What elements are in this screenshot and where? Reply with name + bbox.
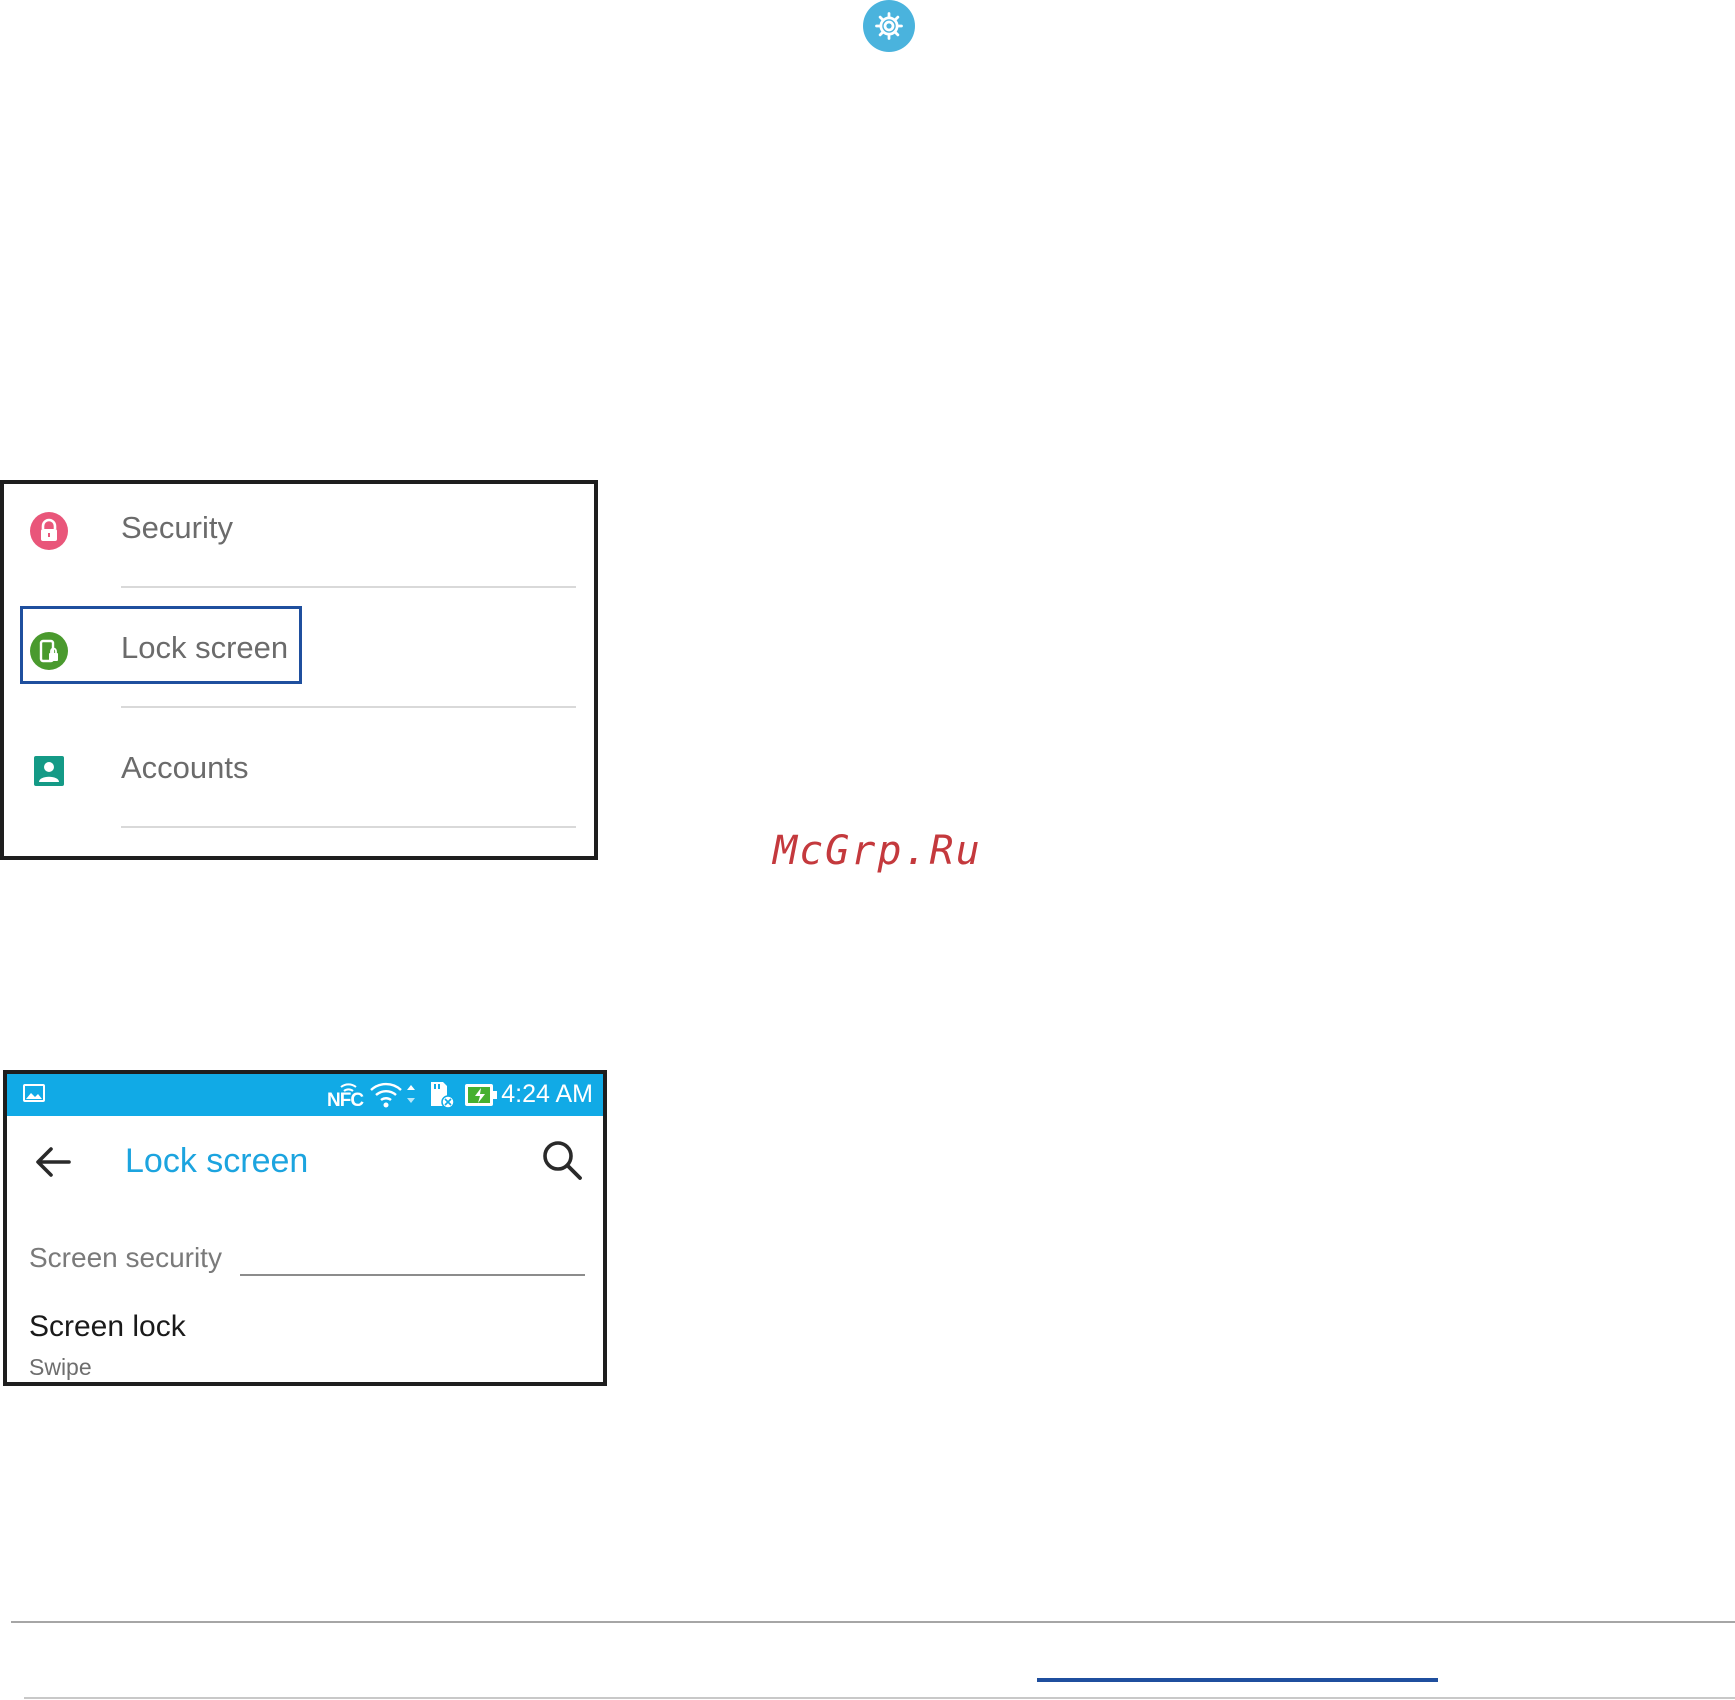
status-bar: NFC 4:24 AM bbox=[7, 1074, 603, 1116]
list-item-title: Screen lock bbox=[29, 1310, 186, 1343]
back-arrow-icon[interactable] bbox=[33, 1144, 73, 1185]
divider bbox=[121, 826, 576, 828]
sd-card-icon bbox=[427, 1080, 457, 1115]
divider bbox=[11, 1621, 1735, 1623]
search-icon[interactable] bbox=[540, 1138, 584, 1187]
settings-item-accounts[interactable]: Accounts bbox=[4, 724, 594, 844]
account-icon bbox=[30, 752, 68, 790]
section-divider bbox=[240, 1274, 585, 1276]
lock-screen-panel: NFC 4:24 AM Lock screen Screen security … bbox=[3, 1070, 607, 1386]
settings-item-label: Accounts bbox=[121, 750, 249, 785]
page-title: Lock screen bbox=[125, 1142, 309, 1180]
image-icon bbox=[23, 1084, 45, 1107]
accent-divider bbox=[1037, 1678, 1438, 1682]
status-time: 4:24 AM bbox=[501, 1080, 593, 1108]
settings-item-security[interactable]: Security bbox=[4, 484, 594, 604]
battery-charging-icon bbox=[464, 1082, 500, 1113]
gear-icon[interactable] bbox=[863, 0, 915, 52]
settings-item-label: Security bbox=[121, 510, 233, 545]
section-header: Screen security bbox=[29, 1242, 222, 1273]
watermark: McGrp.Ru bbox=[773, 828, 982, 874]
list-item-subtitle: Swipe bbox=[29, 1354, 92, 1380]
divider bbox=[121, 706, 576, 708]
divider bbox=[121, 586, 576, 588]
nfc-icon: NFC bbox=[327, 1082, 364, 1111]
settings-list-panel: Security Lock screen Accounts bbox=[0, 480, 598, 860]
highlight-box bbox=[20, 606, 302, 684]
nfc-label: NFC bbox=[327, 1090, 364, 1111]
lock-icon bbox=[30, 512, 68, 550]
wifi-icon bbox=[369, 1080, 417, 1115]
divider bbox=[24, 1697, 1735, 1699]
